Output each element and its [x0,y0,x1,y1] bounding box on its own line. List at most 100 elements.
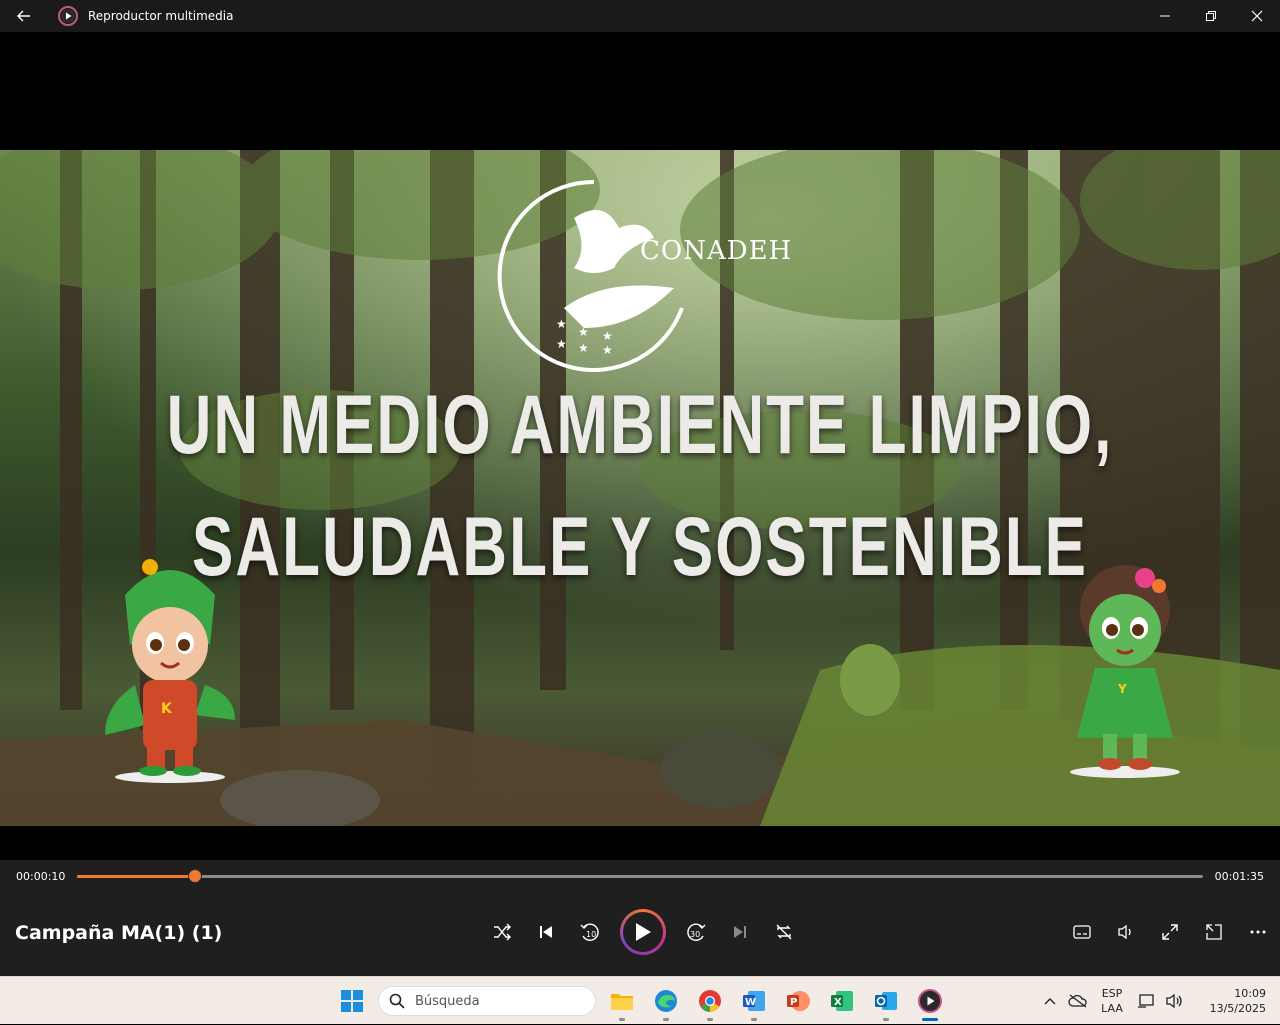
player-controls: 00:00:10 00:01:35 Campaña MA(1) (1) 10 3… [0,860,1280,976]
restore-icon [1206,11,1216,21]
media-player-icon [918,989,942,1013]
shuffle-icon [494,923,511,941]
title-bar: Reproductor multimedia [0,0,1280,32]
more-options-icon [1250,930,1266,934]
powerpoint-icon: P [787,991,810,1011]
headline-line-1: UN MEDIO AMBIENTE LIMPIO, [166,378,1114,473]
excel-icon: X [831,991,853,1011]
mini-player-icon [1206,924,1222,940]
cloud-offline-icon [1068,994,1087,1008]
volume-tray-button[interactable] [1160,993,1188,1009]
previous-button[interactable] [524,908,568,956]
media-title: Campaña MA(1) (1) [15,922,223,944]
network-tray-button[interactable] [1132,993,1160,1009]
taskbar-outlook[interactable] [864,979,908,1023]
edge-browser-icon [655,990,677,1012]
system-clock[interactable]: 10:09 13/5/2025 [1194,986,1266,1016]
play-button[interactable] [620,909,666,955]
start-button[interactable] [330,979,374,1023]
skip-back-seconds: 10 [586,930,596,939]
taskbar-chrome[interactable] [688,979,732,1023]
svg-text:P: P [790,997,797,1008]
running-indicator [751,1018,757,1021]
chevron-up-icon [1044,998,1056,1005]
outlook-icon [875,992,897,1010]
speaker-icon [1166,993,1182,1009]
fullscreen-icon [1162,924,1178,940]
running-indicator [707,1018,713,1021]
taskbar-edge[interactable] [644,979,688,1023]
svg-text:X: X [834,997,842,1008]
more-options-button[interactable] [1236,908,1280,956]
window-title: Reproductor multimedia [88,9,234,23]
svg-text:K: K [161,701,173,717]
svg-text:★: ★ [578,341,589,355]
video-area[interactable]: ★ ★ ★ ★ ★ ★ CONADEH UN MEDIO AMBIENTE LIMPIO… [0,32,1280,860]
close-icon [1251,10,1263,22]
fullscreen-button[interactable] [1148,908,1192,956]
search-placeholder: Búsqueda [415,993,480,1009]
play-icon [636,923,651,941]
current-time: 00:00:10 [16,870,66,883]
taskbar-media-player[interactable] [908,979,952,1023]
repeat-off-icon [776,924,792,940]
skip-back-button[interactable]: 10 [568,908,612,956]
boy-mascot-illustration: K [105,559,235,783]
clock-date: 13/5/2025 [1209,1002,1266,1015]
search-icon [389,993,405,1009]
svg-text:★: ★ [556,337,567,351]
seek-bar[interactable] [77,869,1203,883]
taskbar-excel[interactable]: X [820,979,864,1023]
running-indicator [619,1018,625,1021]
video-frame: ★ ★ ★ ★ ★ ★ CONADEH UN MEDIO AMBIENTE LIMPIO… [0,150,1280,826]
skip-forward-icon: 30 [687,923,706,941]
seek-bar-thumb[interactable] [188,869,203,883]
language-indicator[interactable]: ESP LAA [1092,986,1132,1016]
onedrive-tray-button[interactable] [1064,993,1092,1009]
volume-icon [1118,924,1131,940]
girl-mascot-illustration: Y [1070,565,1180,778]
word-icon: W [743,991,765,1011]
back-arrow-icon [17,10,30,22]
total-time: 00:01:35 [1214,870,1264,883]
minimize-icon [1160,15,1170,17]
svg-text:★: ★ [556,317,567,331]
repeat-button[interactable] [762,908,806,956]
shuffle-button[interactable] [480,908,524,956]
volume-button[interactable] [1104,908,1148,956]
taskbar-powerpoint[interactable]: P [776,979,820,1023]
conadeh-logo: ★★ ★ ★ ★ ★ [497,179,684,372]
subtitles-icon [1073,925,1091,939]
svg-text:W: W [745,997,756,1008]
svg-text:Y: Y [1117,682,1127,696]
chrome-browser-icon [699,990,721,1012]
subtitles-button[interactable] [1060,908,1104,956]
file-explorer-icon [611,994,633,1010]
svg-text:★: ★ [602,343,613,357]
clock-time: 10:09 [1234,987,1266,1000]
back-button[interactable] [0,0,48,32]
network-icon [1138,994,1154,1008]
taskbar-search[interactable]: Búsqueda [378,986,596,1016]
taskbar-file-explorer[interactable] [600,979,644,1023]
seek-bar-progress [77,875,196,878]
skip-back-icon: 10 [580,923,599,941]
active-indicator [922,1018,938,1021]
show-hidden-icons-button[interactable] [1036,997,1064,1005]
media-player-app-icon [58,6,78,26]
language-code: ESP [1101,987,1123,1000]
svg-text:★: ★ [578,325,589,339]
restore-button[interactable] [1188,0,1234,32]
minimize-button[interactable] [1142,0,1188,32]
close-button[interactable] [1234,0,1280,32]
taskbar-word[interactable]: W [732,979,776,1023]
skip-next-icon [734,926,746,938]
next-button[interactable] [718,908,762,956]
mini-player-button[interactable] [1192,908,1236,956]
running-indicator [663,1018,669,1021]
svg-text:★: ★ [602,329,613,343]
logo-text: CONADEH [640,236,793,266]
skip-forward-button[interactable]: 30 [674,908,718,956]
windows-start-icon [341,990,363,1012]
running-indicator [883,1018,889,1021]
